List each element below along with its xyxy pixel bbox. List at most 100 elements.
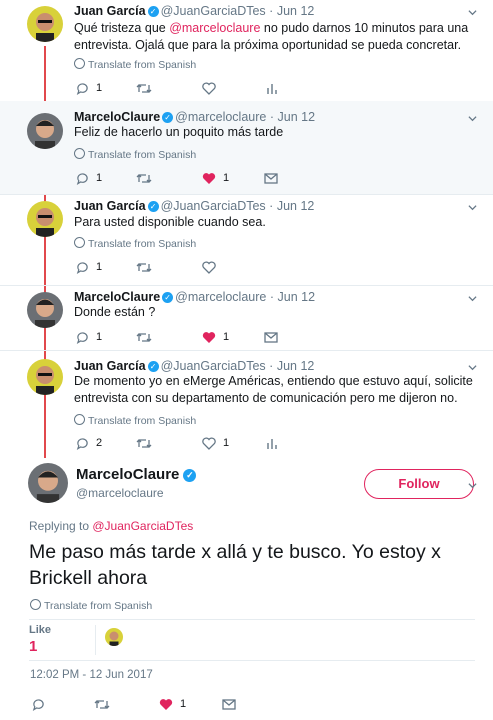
chevron-down-icon[interactable] [468, 203, 477, 212]
envelope-icon [264, 331, 278, 343]
tweet-text: Donde están ? [74, 305, 156, 319]
avatar-juan-garcia[interactable] [27, 6, 63, 42]
retweet-button[interactable] [136, 170, 159, 186]
like-button[interactable]: 1 [202, 170, 229, 186]
reply-button[interactable]: 2 [76, 435, 102, 451]
tweet-time[interactable]: Jun 12 [278, 290, 316, 304]
analytics-button[interactable] [266, 80, 278, 96]
tweet-text: Para usted disponible cuando sea. [74, 215, 266, 229]
direct-message-button[interactable] [264, 170, 278, 186]
reply-button[interactable]: 1 [76, 259, 102, 275]
direct-message-button[interactable] [264, 329, 278, 345]
avatar-marcelo-claure[interactable] [27, 292, 63, 328]
avatar-marcelo-claure[interactable] [28, 463, 68, 503]
tweet-1[interactable]: Juan García ✓ @JuanGarciaDTes · Jun 12 Qué… [0, 0, 493, 100]
main-author-handle[interactable]: @marceloclaure [76, 486, 164, 500]
follow-button[interactable]: Follow [364, 469, 474, 499]
main-tweet-actions: 1 [30, 696, 250, 712]
main-tweet: MarceloClaure ✓ @marceloclaure Follow Rep… [0, 455, 493, 720]
globe-icon [74, 237, 85, 248]
main-author-name[interactable]: MarceloClaure [76, 466, 179, 483]
reply-button[interactable] [32, 696, 52, 712]
tweet-2[interactable]: MarceloClaure ✓ @marceloclaure · Jun 12 Fe… [0, 101, 493, 194]
verified-icon: ✓ [147, 361, 159, 372]
retweet-icon [136, 83, 152, 93]
retweet-icon [136, 438, 152, 448]
retweet-button[interactable] [136, 80, 159, 96]
tweet-actions: 1 [74, 80, 294, 96]
tweet-time[interactable]: Jun 12 [277, 199, 315, 213]
analytics-button[interactable] [266, 435, 278, 451]
chevron-down-icon[interactable] [468, 114, 477, 123]
analytics-icon [267, 83, 277, 94]
chevron-down-icon[interactable] [468, 294, 477, 303]
reply-icon [76, 437, 88, 450]
author-handle[interactable]: @JuanGarciaDTes [161, 199, 266, 213]
translate-link[interactable]: Translate from Spanish [74, 58, 196, 71]
stats-separator [95, 625, 96, 655]
reply-icon [76, 172, 88, 185]
reply-button[interactable]: 1 [76, 329, 102, 345]
tweet-actions: 1 [74, 259, 294, 275]
tweet-text: Feliz de hacerlo un poquito más tarde [74, 125, 284, 139]
avatar-juan-garcia[interactable] [27, 201, 63, 237]
divider [29, 619, 475, 620]
author-handle[interactable]: @marceloclaure [175, 290, 266, 304]
retweet-icon [94, 699, 110, 709]
replying-to: Replying to @JuanGarciaDTes [29, 519, 194, 533]
tweet-header: Juan García ✓ @JuanGarciaDTes · Jun 12 [74, 4, 315, 18]
author-handle[interactable]: @marceloclaure [175, 110, 266, 124]
author-name[interactable]: Juan García [74, 359, 146, 373]
direct-message-button[interactable] [222, 696, 236, 712]
replying-to-link[interactable]: @JuanGarciaDTes [92, 519, 193, 533]
tweet-4[interactable]: MarceloClaure ✓ @marceloclaure · Jun 12 Do… [0, 286, 493, 350]
heart-icon [202, 260, 216, 274]
author-name[interactable]: Juan García [74, 4, 146, 18]
translate-link[interactable]: Translate from Spanish [74, 237, 196, 250]
chevron-down-icon[interactable] [468, 363, 477, 372]
retweet-button[interactable] [136, 259, 159, 275]
retweet-button[interactable] [136, 329, 159, 345]
retweet-icon [136, 262, 152, 272]
retweet-button[interactable] [136, 435, 159, 451]
like-button[interactable] [202, 80, 223, 96]
retweet-button[interactable] [94, 696, 117, 712]
like-count[interactable]: 1 [29, 638, 37, 655]
like-button[interactable]: 1 [202, 329, 229, 345]
like-button[interactable]: 1 [202, 435, 229, 451]
author-handle[interactable]: @JuanGarciaDTes [161, 359, 266, 373]
avatar-marcelo-claure[interactable] [27, 113, 63, 149]
reply-icon [76, 261, 88, 274]
heart-icon [202, 81, 216, 95]
author-name[interactable]: MarceloClaure [74, 110, 160, 124]
reply-button[interactable]: 1 [76, 170, 102, 186]
tweet-time[interactable]: Jun 12 [277, 359, 315, 373]
tweet-3[interactable]: Juan García ✓ @JuanGarciaDTes · Jun 12 Par… [0, 195, 493, 285]
tweet-time[interactable]: Jun 12 [278, 110, 316, 124]
mention-link[interactable]: @marceloclaure [169, 21, 260, 35]
heart-filled-icon [159, 698, 173, 710]
like-button[interactable] [202, 259, 223, 275]
tweet-text: De momento yo en eMerge Américas, entien… [74, 374, 473, 405]
like-button[interactable]: 1 [159, 696, 186, 712]
author-handle[interactable]: @JuanGarciaDTes [161, 4, 266, 18]
author-name[interactable]: Juan García [74, 199, 146, 213]
translate-link[interactable]: Translate from Spanish [74, 148, 196, 161]
translate-link[interactable]: Translate from Spanish [30, 599, 152, 612]
chevron-down-icon[interactable] [468, 8, 477, 17]
reply-button[interactable]: 1 [76, 80, 102, 96]
tweet-5[interactable]: Juan García ✓ @JuanGarciaDTes · Jun 12 De … [0, 351, 493, 455]
author-name[interactable]: MarceloClaure [74, 290, 160, 304]
reply-icon [76, 331, 88, 344]
globe-icon [30, 599, 41, 610]
envelope-icon [264, 172, 278, 184]
tweet-timestamp[interactable]: 12:02 PM - 12 Jun 2017 [30, 669, 153, 681]
chevron-down-icon[interactable] [468, 481, 477, 490]
liker-avatar[interactable] [105, 628, 123, 646]
retweet-icon [136, 332, 152, 342]
tweet-time[interactable]: Jun 12 [277, 4, 315, 18]
avatar-juan-garcia[interactable] [27, 359, 63, 395]
verified-icon: ✓ [147, 6, 159, 17]
translate-link[interactable]: Translate from Spanish [74, 414, 196, 427]
globe-icon [74, 148, 85, 159]
